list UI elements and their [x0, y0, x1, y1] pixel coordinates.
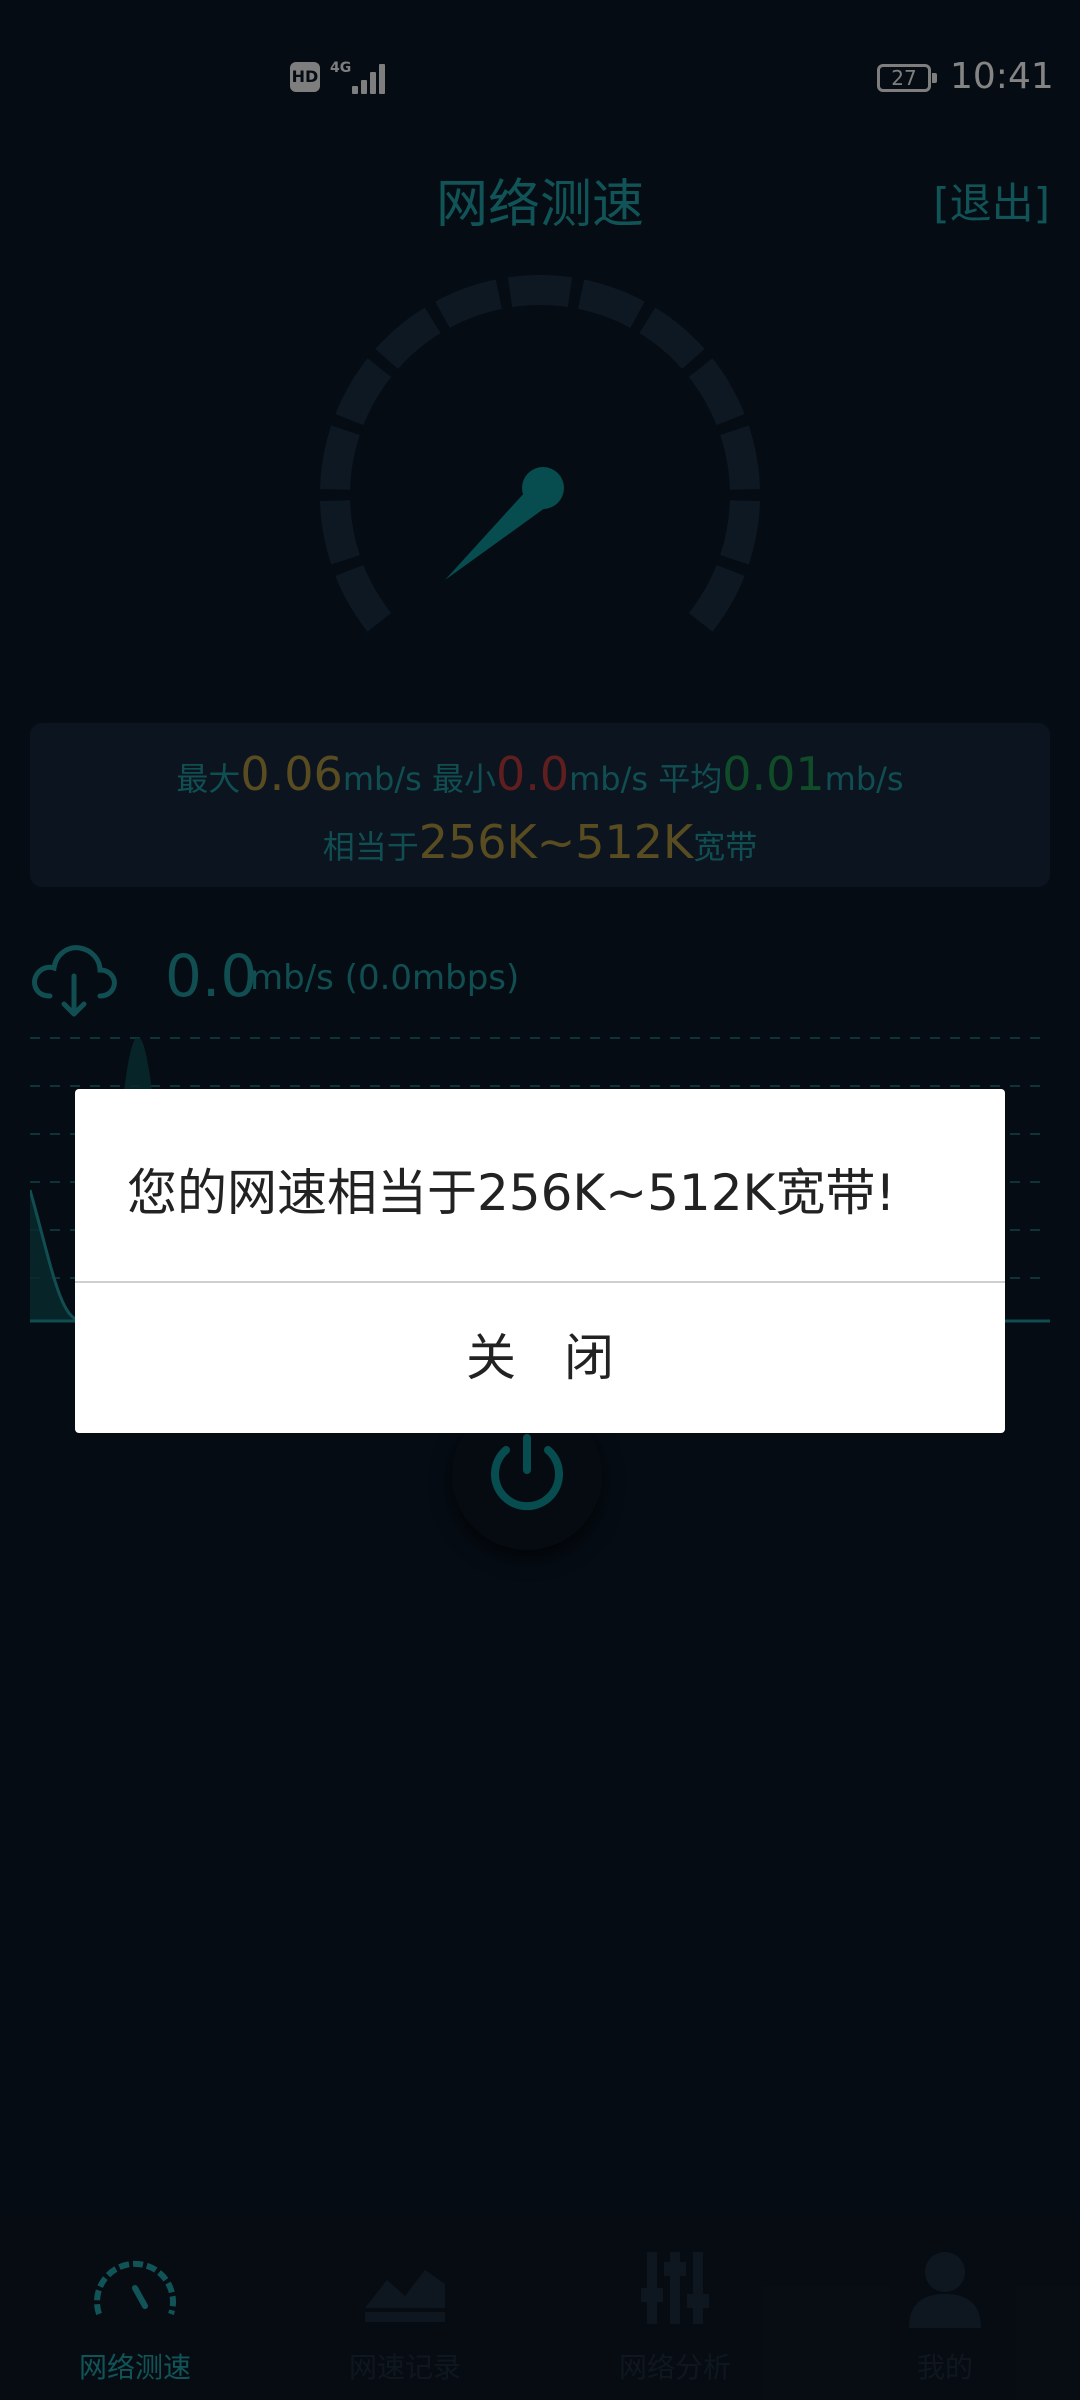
app-screen: HD 4G 27 10:41 网络测速 [退出] 最大0.06mb/s 最小0.… [0, 0, 1080, 2400]
dialog-message: 您的网速相当于256K~512K宽带! [127, 1164, 896, 1222]
close-button[interactable]: 关闭 [75, 1283, 1005, 1433]
result-dialog: 您的网速相当于256K~512K宽带! 关闭 [75, 1089, 1005, 1433]
